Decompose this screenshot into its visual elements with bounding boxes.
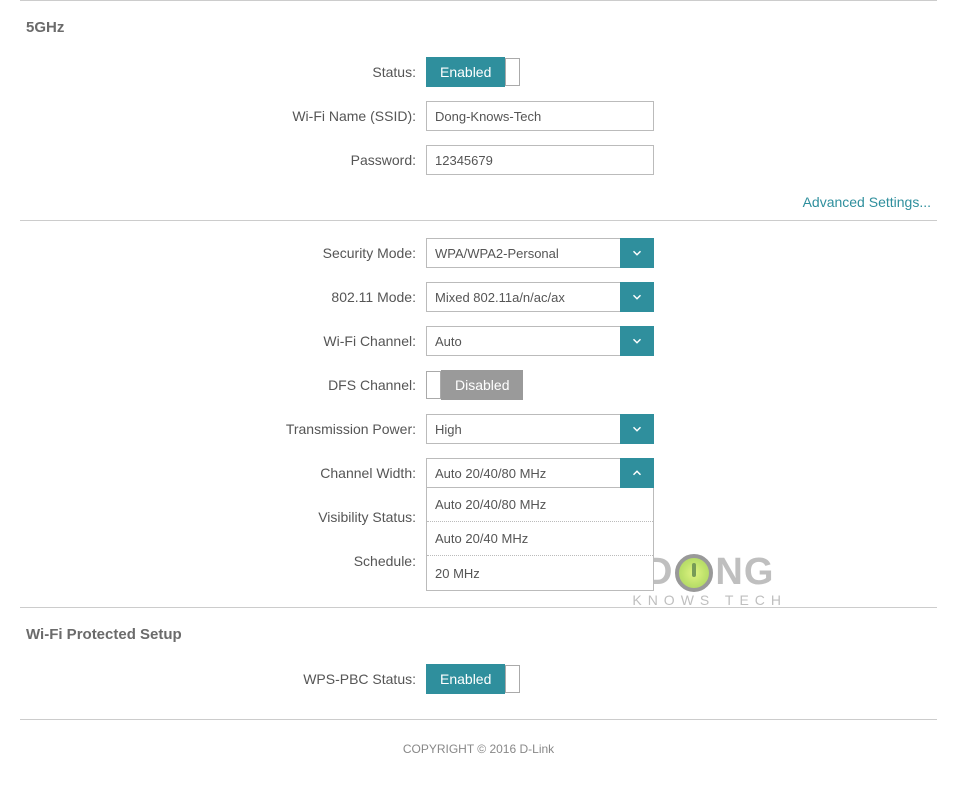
chevron-down-icon — [620, 238, 654, 268]
channel-width-option[interactable]: 20 MHz — [427, 556, 653, 590]
footer-copyright: COPYRIGHT © 2016 D-Link — [20, 720, 937, 774]
channel-width-value: Auto 20/40/80 MHz — [426, 458, 620, 488]
security-mode-value: WPA/WPA2-Personal — [426, 238, 620, 268]
label-tx-power: Transmission Power: — [20, 421, 426, 437]
label-ssid: Wi-Fi Name (SSID): — [20, 108, 426, 124]
channel-width-option[interactable]: Auto 20/40 MHz — [427, 522, 653, 556]
tx-power-value: High — [426, 414, 620, 444]
label-wifi-channel: Wi-Fi Channel: — [20, 333, 426, 349]
password-input[interactable] — [426, 145, 654, 175]
wifi-channel-value: Auto — [426, 326, 620, 356]
row-wps-pbc: WPS-PBC Status: Enabled — [20, 657, 937, 701]
toggle-dfs-label: Disabled — [441, 370, 523, 400]
form-5ghz-advanced: Security Mode: WPA/WPA2-Personal 802.11 … — [20, 221, 937, 589]
label-wps-pbc: WPS-PBC Status: — [20, 671, 426, 687]
toggle-knob-icon — [505, 58, 520, 86]
label-security-mode: Security Mode: — [20, 245, 426, 261]
mode-80211-select[interactable]: Mixed 802.11a/n/ac/ax — [426, 282, 654, 312]
toggle-5ghz-status-label: Enabled — [426, 57, 505, 87]
chevron-up-icon — [620, 458, 654, 488]
toggle-knob-icon — [426, 371, 441, 399]
row-status: Status: Enabled — [20, 50, 937, 94]
toggle-wps-pbc-label: Enabled — [426, 664, 505, 694]
label-status: Status: — [20, 64, 426, 80]
security-mode-select[interactable]: WPA/WPA2-Personal — [426, 238, 654, 268]
chevron-down-icon — [620, 414, 654, 444]
chevron-down-icon — [620, 282, 654, 312]
label-schedule: Schedule: — [20, 553, 426, 569]
section-title-5ghz: 5GHz — [20, 1, 937, 50]
label-dfs-channel: DFS Channel: — [20, 377, 426, 393]
toggle-knob-icon — [505, 665, 520, 693]
channel-width-option[interactable]: Auto 20/40/80 MHz — [427, 488, 653, 522]
ssid-input[interactable] — [426, 101, 654, 131]
toggle-wps-pbc[interactable]: Enabled — [426, 664, 520, 694]
form-5ghz-basic: Status: Enabled Wi-Fi Name (SSID): Passw… — [20, 50, 937, 188]
row-ssid: Wi-Fi Name (SSID): — [20, 94, 937, 138]
label-password: Password: — [20, 152, 426, 168]
label-channel-width: Channel Width: — [20, 465, 426, 481]
channel-width-dropdown: Auto 20/40/80 MHz Auto 20/40 MHz 20 MHz — [426, 488, 654, 591]
row-password: Password: — [20, 138, 937, 182]
tx-power-select[interactable]: High — [426, 414, 654, 444]
label-80211-mode: 802.11 Mode: — [20, 289, 426, 305]
form-wps: WPS-PBC Status: Enabled — [20, 657, 937, 707]
toggle-5ghz-status[interactable]: Enabled — [426, 57, 520, 87]
label-visibility: Visibility Status: — [20, 509, 426, 525]
channel-width-select[interactable]: Auto 20/40/80 MHz Auto 20/40/80 MHz Auto… — [426, 458, 654, 488]
row-tx-power: Transmission Power: High — [20, 407, 937, 451]
row-channel-width: Channel Width: Auto 20/40/80 MHz Auto 20… — [20, 451, 937, 495]
row-security-mode: Security Mode: WPA/WPA2-Personal — [20, 231, 937, 275]
row-dfs-channel: DFS Channel: Disabled — [20, 363, 937, 407]
row-80211-mode: 802.11 Mode: Mixed 802.11a/n/ac/ax — [20, 275, 937, 319]
wifi-channel-select[interactable]: Auto — [426, 326, 654, 356]
advanced-settings-link[interactable]: Advanced Settings... — [803, 194, 931, 210]
toggle-dfs[interactable]: Disabled — [426, 370, 523, 400]
row-wifi-channel: Wi-Fi Channel: Auto — [20, 319, 937, 363]
section-title-wps: Wi-Fi Protected Setup — [20, 608, 937, 657]
mode-80211-value: Mixed 802.11a/n/ac/ax — [426, 282, 620, 312]
chevron-down-icon — [620, 326, 654, 356]
